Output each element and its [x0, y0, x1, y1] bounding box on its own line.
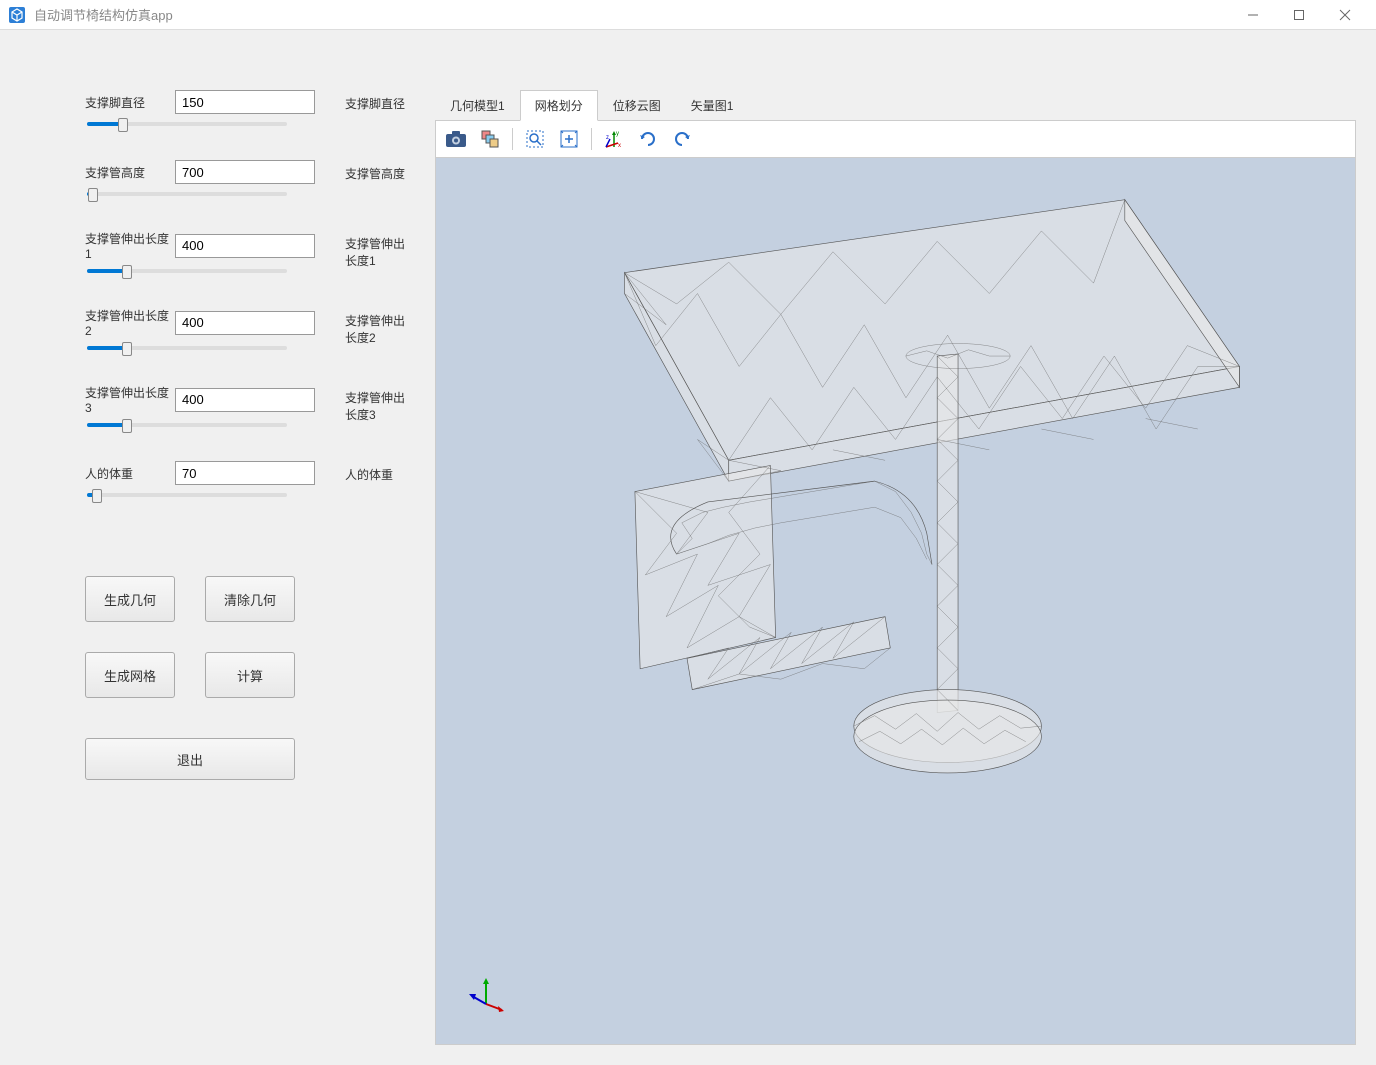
- param-label: 支撑脚直径: [85, 94, 175, 111]
- param-slider[interactable]: [87, 487, 287, 503]
- svg-text:x: x: [618, 143, 621, 149]
- svg-text:y: y: [616, 131, 619, 137]
- param-readout-label: 支撑脚直径: [345, 90, 405, 112]
- close-button[interactable]: [1322, 0, 1368, 30]
- titlebar: 自动调节椅结构仿真app: [0, 0, 1376, 30]
- toolbar-separator: [591, 128, 592, 150]
- param-label: 支撑管伸出长度2: [85, 307, 175, 338]
- param-readout-label: 支撑管伸出长度1: [345, 230, 415, 269]
- maximize-button[interactable]: [1276, 0, 1322, 30]
- param-input[interactable]: [175, 388, 315, 412]
- toolbar-separator: [512, 128, 513, 150]
- minimize-button[interactable]: [1230, 0, 1276, 30]
- exit-button[interactable]: 退出: [85, 738, 295, 780]
- param-group: 人的体重 人的体重: [85, 461, 415, 531]
- param-slider[interactable]: [87, 340, 287, 356]
- param-slider[interactable]: [87, 116, 287, 132]
- param-group: 支撑管伸出长度3 支撑管伸出长度3: [85, 384, 415, 461]
- clear-geometry-button[interactable]: 清除几何: [205, 576, 295, 622]
- param-slider[interactable]: [87, 186, 287, 202]
- 3d-viewer[interactable]: [435, 158, 1356, 1045]
- mesh-render: [436, 158, 1355, 1044]
- zoom-extents-icon[interactable]: [555, 125, 583, 153]
- compute-button[interactable]: 计算: [205, 652, 295, 698]
- param-readout-label: 支撑管伸出长度3: [345, 384, 415, 423]
- generate-geometry-button[interactable]: 生成几何: [85, 576, 175, 622]
- param-label: 支撑管伸出长度1: [85, 230, 175, 261]
- param-readout-label: 支撑管伸出长度2: [345, 307, 415, 346]
- viewer-tab[interactable]: 矢量图1: [676, 90, 749, 121]
- generate-mesh-button[interactable]: 生成网格: [85, 652, 175, 698]
- rotate-cw-icon[interactable]: [668, 125, 696, 153]
- viewer-panel: 几何模型1网格划分位移云图矢量图1 y z x: [435, 90, 1356, 1045]
- param-label: 支撑管高度: [85, 164, 175, 181]
- param-slider[interactable]: [87, 263, 287, 279]
- param-readout-label: 支撑管高度: [345, 160, 405, 182]
- parameters-panel: 支撑脚直径支撑脚直径支撑管高度支撑管高度支撑管伸出长度1支撑管伸出长度1支撑管伸…: [85, 90, 415, 1045]
- param-group: 支撑脚直径 支撑脚直径: [85, 90, 415, 160]
- app-icon: [8, 6, 26, 24]
- param-group: 支撑管伸出长度1 支撑管伸出长度1: [85, 230, 415, 307]
- print-icon[interactable]: [476, 125, 504, 153]
- zoom-select-icon[interactable]: [521, 125, 549, 153]
- axis-orientation-icon[interactable]: y z x: [600, 125, 628, 153]
- viewer-tab[interactable]: 位移云图: [598, 90, 676, 121]
- param-input[interactable]: [175, 461, 315, 485]
- window-controls: [1230, 0, 1368, 30]
- rotate-ccw-icon[interactable]: [634, 125, 662, 153]
- param-group: 支撑管高度 支撑管高度: [85, 160, 415, 230]
- param-label: 支撑管伸出长度3: [85, 384, 175, 415]
- param-slider[interactable]: [87, 417, 287, 433]
- axis-gizmo-icon: [466, 974, 506, 1014]
- svg-text:z: z: [606, 135, 609, 141]
- screenshot-icon[interactable]: [442, 125, 470, 153]
- param-label: 人的体重: [85, 465, 175, 482]
- param-input[interactable]: [175, 90, 315, 114]
- param-readout-label: 人的体重: [345, 461, 393, 483]
- window-title: 自动调节椅结构仿真app: [34, 5, 173, 24]
- viewer-tabs: 几何模型1网格划分位移云图矢量图1: [435, 90, 1356, 121]
- param-input[interactable]: [175, 311, 315, 335]
- viewer-toolbar: y z x: [435, 120, 1356, 158]
- param-input[interactable]: [175, 234, 315, 258]
- param-input[interactable]: [175, 160, 315, 184]
- viewer-tab[interactable]: 网格划分: [520, 90, 598, 121]
- param-group: 支撑管伸出长度2 支撑管伸出长度2: [85, 307, 415, 384]
- viewer-tab[interactable]: 几何模型1: [435, 90, 520, 121]
